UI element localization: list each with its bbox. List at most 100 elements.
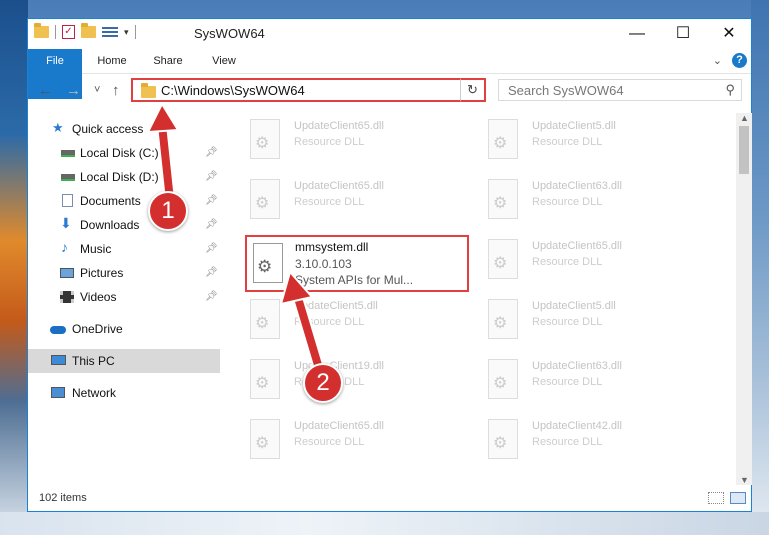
file-list: UpdateClient65.dll Resource DLL UpdateCl… (222, 113, 736, 483)
folder-icon (34, 23, 49, 38)
pin-icon[interactable]: 📌︎ (205, 261, 218, 285)
file-name: UpdateClient5.dll (532, 120, 616, 132)
window-title: SysWOW64 (194, 26, 265, 41)
help-icon[interactable]: ? (732, 53, 747, 68)
sidebar-item-documents[interactable]: Documents 📌︎ (28, 189, 220, 213)
file-description: Resource DLL (294, 316, 365, 328)
cloud-icon (50, 326, 66, 334)
sidebar-item-onedrive[interactable]: OneDrive (28, 317, 220, 341)
pin-icon[interactable]: 📌︎ (205, 141, 218, 165)
file-tile[interactable]: UpdateClient65.dll Resource DLL (460, 235, 690, 285)
tab-view[interactable]: View (204, 49, 244, 73)
network-icon (51, 387, 65, 398)
dll-file-icon (250, 179, 280, 219)
file-tile[interactable]: UpdateClient42.dll Resource DLL (460, 415, 690, 465)
file-name: UpdateClient63.dll (532, 360, 622, 372)
pin-icon[interactable]: 📌︎ (205, 285, 218, 309)
sidebar-item-pictures[interactable]: Pictures 📌︎ (28, 261, 220, 285)
file-tile[interactable]: UpdateClient5.dll Resource DLL (460, 115, 690, 165)
tiles-view-icon[interactable] (730, 492, 746, 504)
file-tile[interactable]: UpdateClient63.dll Resource DLL (460, 355, 690, 405)
maximize-button[interactable]: ☐ (660, 19, 706, 49)
sidebar-item-quick-access[interactable]: ★ Quick access (28, 117, 220, 141)
desktop-wallpaper-bottom (0, 512, 769, 535)
close-button[interactable]: ✕ (706, 19, 752, 49)
file-name: UpdateClient65.dll (294, 180, 384, 192)
recent-locations-button[interactable]: ˅ (94, 84, 100, 96)
dll-file-icon (253, 243, 283, 283)
sidebar-item-downloads[interactable]: ⬇ Downloads 📌︎ (28, 213, 220, 237)
drive-icon (61, 150, 75, 157)
title-bar: ✓ ▾ SysWOW64 — ☐ ✕ (28, 19, 751, 49)
refresh-button[interactable]: ↻ (460, 78, 486, 102)
file-name: UpdateClient5.dll (294, 300, 378, 312)
status-bar: 102 items (28, 487, 751, 511)
dll-file-icon (250, 359, 280, 399)
search-input[interactable]: Search SysWOW64 ⚲ (498, 79, 742, 101)
sidebar-item-music[interactable]: ♪ Music 📌︎ (28, 237, 220, 261)
file-tile[interactable]: UpdateClient65.dll Resource DLL (222, 115, 452, 165)
file-name: UpdateClient65.dll (294, 120, 384, 132)
step-badge-2: 2 (303, 363, 343, 403)
drive-icon (61, 174, 75, 181)
sidebar-item-this-pc[interactable]: This PC (28, 349, 220, 373)
sidebar-item-label: OneDrive (72, 322, 123, 336)
file-tile[interactable]: UpdateClient5.dll Resource DLL (460, 295, 690, 345)
search-icon[interactable]: ⚲ (725, 82, 735, 98)
file-tile[interactable]: UpdateClient65.dll Resource DLL (222, 175, 452, 225)
vertical-scrollbar[interactable]: ▲ ▼ (736, 113, 752, 485)
pin-icon[interactable]: 📌︎ (205, 237, 218, 261)
file-name: UpdateClient63.dll (532, 180, 622, 192)
download-icon: ⬇ (60, 215, 72, 231)
dll-file-icon (250, 299, 280, 339)
expand-ribbon-icon[interactable]: ⌄ (713, 54, 722, 67)
forward-button[interactable]: → (66, 82, 81, 99)
selected-file-mmsystem[interactable]: mmsystem.dll 3.10.0.103 System APIs for … (245, 235, 469, 292)
file-tile[interactable]: UpdateClient5.dll Resource DLL (222, 295, 452, 345)
scroll-down-icon[interactable]: ▼ (740, 475, 749, 485)
sidebar-item-label: Local Disk (C:) (80, 146, 159, 160)
sidebar-item-network[interactable]: Network (28, 381, 220, 405)
sidebar-item-videos[interactable]: Videos 📌︎ (28, 285, 220, 309)
desktop-wallpaper-left (0, 0, 28, 535)
details-view-icon[interactable] (708, 492, 724, 504)
file-tile[interactable]: UpdateClient63.dll Resource DLL (460, 175, 690, 225)
sidebar-item-local-disk-c[interactable]: Local Disk (C:) 📌︎ (28, 141, 220, 165)
address-bar[interactable]: C:\Windows\SysWOW64 ⌄ (131, 78, 484, 102)
selected-file-name: mmsystem.dll (295, 240, 369, 254)
file-description: Resource DLL (532, 436, 603, 448)
toolbar-separator (55, 25, 56, 39)
pin-icon[interactable]: 📌︎ (205, 189, 218, 213)
dll-file-icon (488, 119, 518, 159)
toolbar-dropdown-icon[interactable]: ▾ (124, 27, 129, 38)
tab-share[interactable]: Share (146, 49, 190, 73)
address-path[interactable]: C:\Windows\SysWOW64 (161, 83, 305, 98)
dll-file-icon (488, 419, 518, 459)
properties-check-icon[interactable]: ✓ (62, 25, 75, 39)
tab-home[interactable]: Home (90, 49, 134, 73)
dll-file-icon (250, 119, 280, 159)
toolbar-separator (134, 25, 136, 39)
sidebar-item-label: Pictures (80, 266, 124, 280)
new-folder-icon[interactable] (81, 23, 96, 38)
pin-icon[interactable]: 📌︎ (205, 213, 218, 237)
sidebar-item-local-disk-d[interactable]: Local Disk (D:) 📌︎ (28, 165, 220, 189)
file-description: Resource DLL (294, 136, 365, 148)
scroll-up-icon[interactable]: ▲ (740, 113, 749, 123)
customize-toolbar-icon[interactable] (102, 26, 118, 38)
minimize-button[interactable]: — (614, 19, 660, 49)
dll-file-icon (488, 359, 518, 399)
dll-file-icon (488, 299, 518, 339)
search-placeholder[interactable]: Search SysWOW64 (508, 83, 624, 98)
ribbon-tabs: File Home Share View ⌄ ? (28, 49, 751, 99)
back-button[interactable]: ← (38, 82, 53, 99)
sidebar-item-label: Music (80, 242, 112, 256)
sidebar-item-label: Network (72, 386, 117, 400)
scroll-thumb[interactable] (739, 126, 749, 174)
selected-file-version: 3.10.0.103 (295, 257, 352, 271)
file-tile[interactable]: UpdateClient65.dll Resource DLL (222, 415, 452, 465)
pin-icon[interactable]: 📌︎ (205, 165, 218, 189)
up-button[interactable]: ↑ (112, 82, 120, 99)
file-description: Resource DLL (532, 376, 603, 388)
sidebar-item-label: This PC (72, 354, 115, 368)
